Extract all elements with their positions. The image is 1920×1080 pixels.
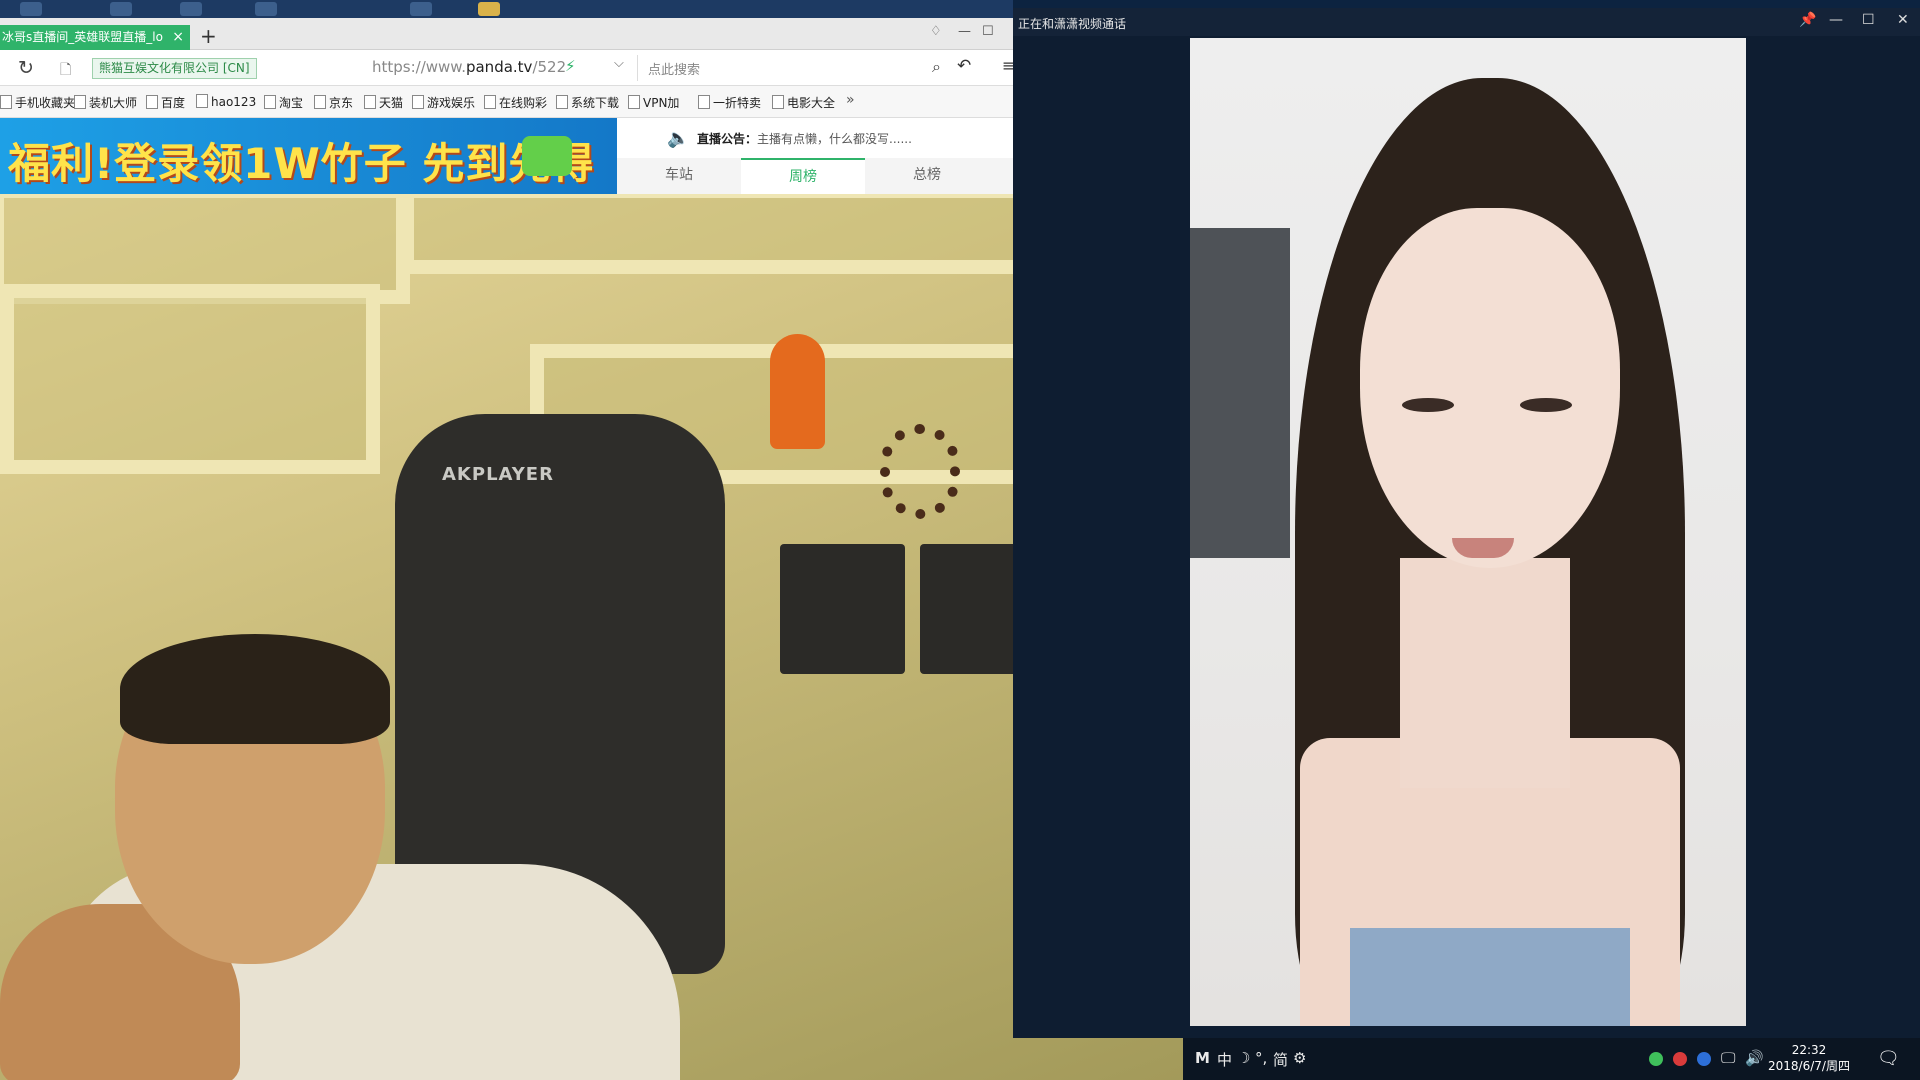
ime-language[interactable]: 中 (1217, 1049, 1232, 1070)
bookmark-item[interactable]: 手机收藏夹 (0, 94, 75, 111)
tab-title: 冰哥s直播间_英雄联盟直播_lo (2, 30, 163, 44)
bookmark-item[interactable]: 电影大全 (772, 94, 835, 111)
bookmark-item[interactable]: 天猫 (364, 94, 403, 111)
wall-shelf (400, 194, 1100, 274)
tab-bar: 冰哥s直播间_英雄联盟直播_lo × + ♢ — ☐ (0, 18, 1013, 50)
toy-figure (770, 334, 825, 449)
bookmark-item[interactable]: 京东 (314, 94, 353, 111)
site-certificate-badge[interactable]: 熊猫互娱文化有限公司 [CN] (92, 58, 257, 79)
speaker-icon: 🔈 (667, 128, 690, 149)
bamboo-gift-icon (522, 136, 572, 176)
browser-window: 冰哥s直播间_英雄联盟直播_lo × + ♢ — ☐ ↻ 🗋 熊猫互娱文化有限公… (0, 18, 1015, 194)
streamer-person (0, 624, 720, 1080)
desktop-app-icon[interactable] (110, 2, 132, 16)
system-clock[interactable]: 22:32 2018/6/7/周四 (1768, 1042, 1850, 1074)
bookmark-item[interactable]: 装机大师 (74, 94, 137, 111)
tab-weekly[interactable]: 周榜 (741, 158, 865, 194)
bookmark-item[interactable]: 百度 (146, 94, 185, 111)
chair-brand-logo: AKPLAYER (442, 464, 554, 485)
bookmark-item[interactable]: 一折特卖 (698, 94, 761, 111)
ime-mode-icon[interactable]: M (1195, 1049, 1210, 1067)
background-door (1190, 228, 1290, 558)
search-placeholder: 点此搜索 (648, 63, 701, 78)
minimize-icon[interactable]: — (1829, 12, 1843, 28)
security-app-icon[interactable] (1649, 1052, 1663, 1066)
url-domain: panda.tv (465, 58, 533, 76)
clock-time: 22:32 (1791, 1043, 1827, 1057)
desktop-app-icon[interactable] (180, 2, 202, 16)
wall-shelf (0, 284, 380, 474)
system-taskbar: M 中 ☽ °, 简 ⚙ 🖵 🔊 22:32 2018/6/7/周四 🗨 (1183, 1038, 1920, 1080)
bookmarks-bar: 手机收藏夹 装机大师 百度 hao123 淘宝 京东 天猫 游戏娱乐 在线购彩 … (0, 86, 1013, 118)
page-icon: 🗋 (60, 62, 72, 78)
url-path: /522 (532, 58, 567, 76)
promo-banner[interactable]: 福利!登录领1W竹子 先到先得 (0, 118, 617, 194)
bookmarks-more-icon[interactable]: » (846, 92, 855, 108)
person-top (1350, 928, 1630, 1026)
antivirus-icon[interactable] (1673, 1052, 1687, 1066)
url-text[interactable]: https://www.panda.tv/522 (372, 58, 566, 76)
bookmark-item[interactable]: VPN加 (628, 94, 679, 111)
person-face (1360, 208, 1620, 568)
maximize-icon[interactable]: ☐ (1862, 12, 1875, 28)
video-call-title: 正在和潇潇视频通话 (1018, 17, 1127, 31)
tab-station[interactable]: 车站 (617, 158, 741, 194)
network-icon[interactable]: 🖵 (1721, 1049, 1735, 1067)
stream-notice: 🔈 直播公告：主播有点懒，什么都没写...... (617, 118, 1013, 158)
video-call-window: 正在和潇潇视频通话 📌 — ☐ ✕ (1013, 8, 1920, 1038)
speaker-device (780, 544, 905, 674)
pin-icon[interactable]: 📌 (1799, 12, 1816, 28)
notice-body: 主播有点懒，什么都没写...... (757, 132, 912, 146)
shirt-skin-icon[interactable]: ♢ (930, 24, 942, 39)
bead-bracelet (880, 424, 960, 519)
speed-mode-icon[interactable]: ⚡ (565, 57, 576, 75)
maximize-icon[interactable]: ☐ (982, 24, 994, 39)
browser-tab-active[interactable]: 冰哥s直播间_英雄联盟直播_lo × (0, 25, 190, 50)
banner-text: 福利!登录领1W竹子 先到先得 (8, 139, 595, 188)
streamer-webcam-video: AKPLAYER (0, 194, 1183, 1080)
address-bar: ↻ 🗋 熊猫互娱文化有限公司 [CN] https://www.panda.tv… (0, 50, 1015, 86)
ime-halfwidth-icon[interactable]: ☽ (1237, 1049, 1250, 1067)
volume-icon[interactable]: 🔊 (1745, 1049, 1764, 1067)
bookmark-item[interactable]: 游戏娱乐 (412, 94, 475, 111)
close-icon[interactable]: ✕ (1897, 12, 1909, 28)
search-icon[interactable]: ⌕ (932, 57, 941, 77)
undo-icon[interactable]: ↶ (957, 56, 971, 76)
person-eye (1402, 398, 1454, 412)
tab-close-icon[interactable]: × (172, 25, 184, 50)
new-tab-button[interactable]: + (200, 24, 217, 48)
bookmark-item[interactable]: 系统下载 (556, 94, 619, 111)
ime-punctuation-icon[interactable]: °, (1255, 1049, 1267, 1067)
remote-video-feed (1190, 38, 1746, 1026)
url-prefix: https://www. (372, 58, 466, 76)
video-call-titlebar: 正在和潇潇视频通话 📌 — ☐ ✕ (1013, 8, 1920, 36)
notice-label: 直播公告： (697, 132, 758, 146)
desktop-folder-icon[interactable] (478, 2, 500, 16)
notice-text: 直播公告：主播有点懒，什么都没写...... (697, 130, 912, 147)
desktop-app-icon[interactable] (410, 2, 432, 16)
rank-tabs: 车站 周榜 总榜 (617, 158, 1013, 194)
clock-date: 2018/6/7/周四 (1768, 1059, 1850, 1073)
person-eye (1520, 398, 1572, 412)
desktop-app-icon[interactable] (20, 2, 42, 16)
tray-app-icon[interactable] (1697, 1052, 1711, 1066)
minimize-icon[interactable]: — (958, 24, 971, 39)
bookmark-item[interactable]: 在线购彩 (484, 94, 547, 111)
search-box[interactable]: 点此搜索 ⌕ (637, 55, 947, 81)
bookmark-item[interactable]: 淘宝 (264, 94, 303, 111)
person-neck (1400, 558, 1570, 788)
reload-icon[interactable]: ↻ (18, 57, 34, 79)
desktop: 冰哥s直播间_英雄联盟直播_lo × + ♢ — ☐ ↻ 🗋 熊猫互娱文化有限公… (0, 0, 1920, 1080)
ime-simplified[interactable]: 简 (1273, 1049, 1288, 1070)
desktop-app-icon[interactable] (255, 2, 277, 16)
bookmark-item[interactable]: hao123 (196, 94, 256, 109)
desktop-icon-strip (0, 0, 1013, 18)
chevron-down-icon[interactable]: ⌵ (614, 56, 624, 71)
ime-settings-gear-icon[interactable]: ⚙ (1293, 1049, 1306, 1067)
tab-total[interactable]: 总榜 (865, 158, 989, 194)
notification-center-icon[interactable]: 🗨 (1877, 1048, 1900, 1069)
person-hair (120, 634, 390, 744)
